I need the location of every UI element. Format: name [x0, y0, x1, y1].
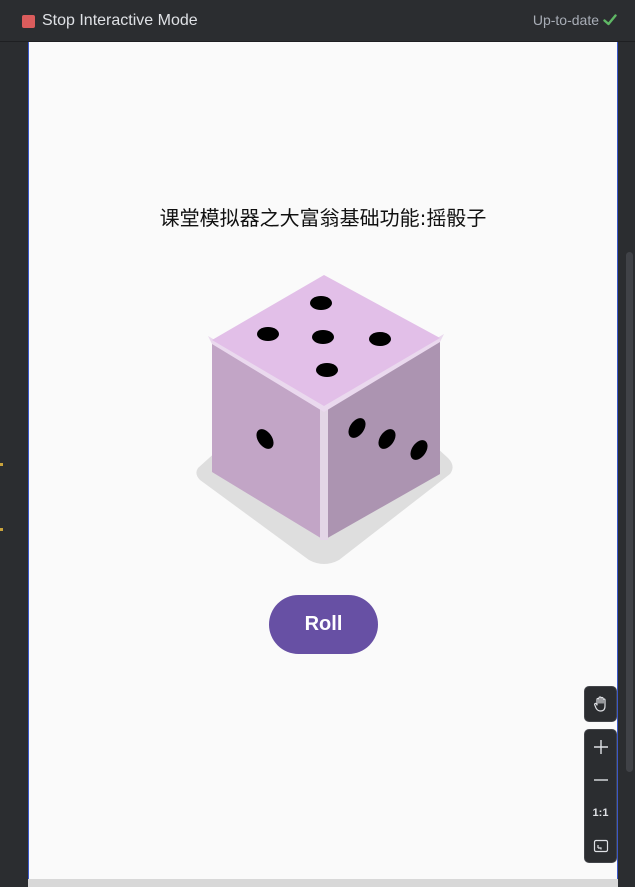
scrollbar-thumb[interactable]	[626, 252, 633, 772]
page-title: 课堂模拟器之大富翁基础功能:摇骰子	[159, 206, 487, 230]
stop-label: Stop Interactive Mode	[42, 12, 198, 29]
fit-screen-icon	[593, 839, 608, 852]
dice-pip	[312, 330, 334, 344]
hand-icon	[593, 695, 606, 712]
actual-size-label: 1:1	[592, 806, 609, 819]
checkmark-icon	[603, 14, 617, 26]
roll-button[interactable]: Roll	[269, 595, 378, 654]
stop-square-icon	[22, 14, 35, 28]
fit-screen-button[interactable]	[585, 829, 616, 862]
dice-edge-highlight	[320, 408, 328, 540]
actual-size-button[interactable]: 1:1	[585, 796, 616, 829]
gutter-marker	[0, 463, 3, 466]
minus-icon	[593, 778, 608, 781]
gutter-marker	[0, 528, 3, 531]
dice-pip	[257, 327, 279, 341]
stop-interactive-mode-button[interactable]: Stop Interactive Mode	[22, 11, 198, 31]
status-indicator: Up-to-date	[533, 12, 617, 28]
pan-button[interactable]	[585, 687, 616, 720]
plus-icon	[593, 739, 608, 754]
status-label: Up-to-date	[532, 12, 599, 28]
zoom-in-button[interactable]	[585, 730, 616, 763]
pan-tool-panel	[584, 686, 617, 722]
toolbar: Stop Interactive Mode Up-to-date	[0, 0, 635, 42]
left-gutter	[0, 42, 28, 887]
horizontal-scrollbar[interactable]	[28, 879, 618, 887]
dice-image	[196, 275, 453, 564]
zoom-out-button[interactable]	[585, 763, 616, 796]
dice-pip	[310, 296, 332, 310]
device-screen: 课堂模拟器之大富翁基础功能:摇骰子 Roll	[28, 42, 618, 879]
dice-pip	[369, 332, 391, 346]
zoom-panel: 1:1	[584, 729, 617, 863]
dice-pip	[316, 363, 338, 377]
